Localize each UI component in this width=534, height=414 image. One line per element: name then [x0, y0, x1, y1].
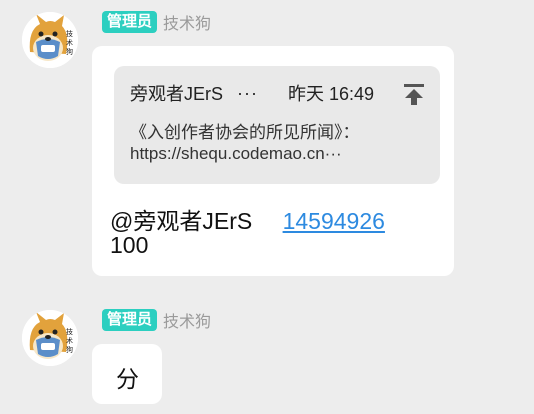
svg-text:技: 技	[66, 29, 73, 38]
svg-text:术: 术	[66, 38, 73, 47]
reply-text-line: @旁观者JErS 14594926	[110, 202, 385, 236]
quote-time: 昨天 16:49	[288, 84, 375, 104]
svg-text:狗: 狗	[66, 345, 73, 354]
avatar[interactable]: 技 术 狗	[22, 310, 78, 366]
role-badge: 管理员	[102, 11, 158, 33]
pin-to-top-icon[interactable]	[401, 82, 427, 106]
message-header: 管理员 技术狗	[102, 308, 211, 332]
message-header: 管理员 技术狗	[102, 10, 211, 34]
role-badge: 管理员	[102, 309, 158, 331]
shiba-dog-avatar-icon: 技 术 狗	[22, 310, 78, 366]
user-id-link[interactable]: 14594926	[283, 208, 385, 234]
svg-text:狗: 狗	[66, 47, 73, 56]
quote-header: 旁观者JErS ··· 昨天 16:49	[130, 80, 374, 106]
quote-author: 旁观者JErS	[130, 84, 224, 104]
avatar[interactable]: 技 术 狗	[22, 12, 78, 68]
svg-text:技: 技	[66, 327, 73, 336]
sender-name[interactable]: 技术狗	[163, 10, 211, 34]
mention-text[interactable]: @旁观者JErS	[110, 208, 252, 234]
quote-url-line: https://shequ.codemao.cn···	[130, 144, 342, 163]
message-text: 分	[116, 366, 139, 392]
sender-name[interactable]: 技术狗	[163, 308, 211, 332]
svg-text:术: 术	[66, 336, 73, 345]
shiba-dog-avatar-icon: 技 术 狗	[22, 12, 78, 68]
quoted-message[interactable]: 旁观者JErS ··· 昨天 16:49 《入创作者协会的所见所闻》： http…	[114, 66, 440, 184]
quote-ellipsis: ···	[237, 82, 258, 103]
reply-text-line-2: 100	[110, 232, 149, 258]
quote-text-line: 《入创作者协会的所见所闻》：	[130, 123, 360, 142]
